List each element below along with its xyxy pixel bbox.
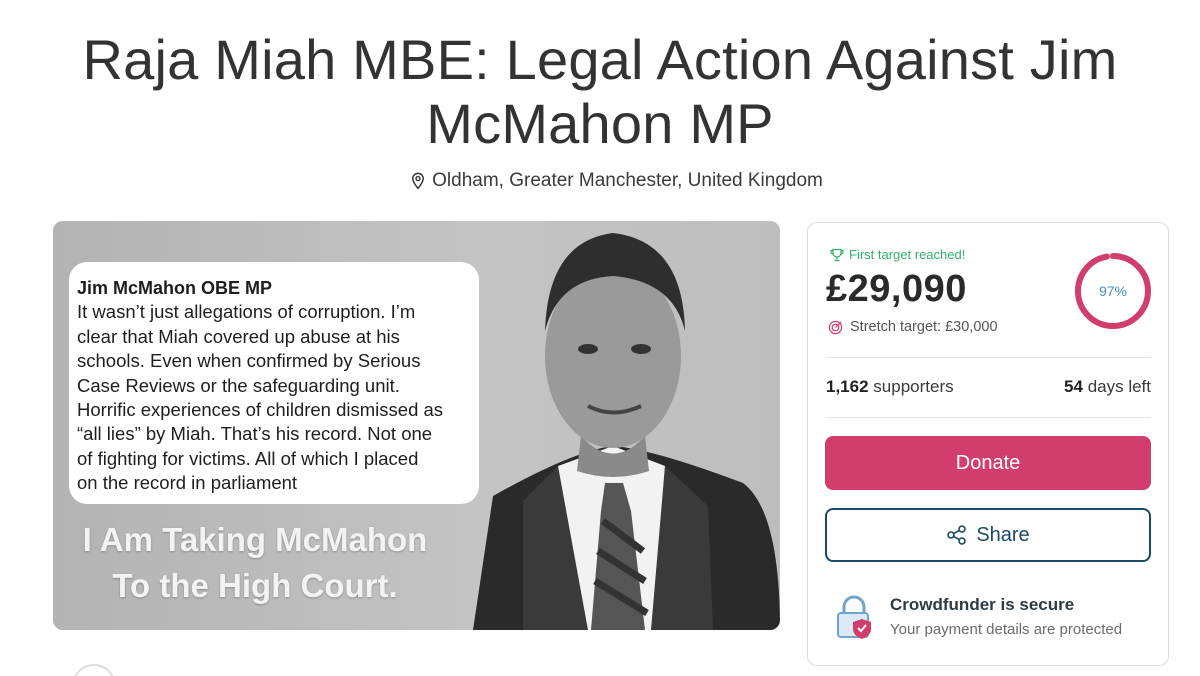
quote-line: of fighting for victims. All of which I … xyxy=(77,447,419,469)
quote-line: clear that Miah covered up abuse at his xyxy=(77,325,400,347)
caption-line: To the High Court. xyxy=(112,567,398,604)
supporters-count: 1,162 xyxy=(826,377,869,396)
amount-raised: £29,090 xyxy=(826,268,967,310)
security-title: Crowdfunder is secure xyxy=(890,595,1075,614)
quote-line: on the record in parliament xyxy=(77,472,298,494)
quote-card: Jim McMahon OBE MP It wasn’t just allega… xyxy=(69,262,479,504)
campaign-image: Jim McMahon OBE MP It wasn’t just allega… xyxy=(53,221,780,630)
security-notice: Crowdfunder is secure Your payment detai… xyxy=(834,595,1122,641)
supporters-stat: 1,162 supporters xyxy=(826,377,954,397)
hero-caption: I Am Taking McMahon To the High Court. xyxy=(63,517,447,609)
quote-line: schools. Even when confirmed by Serious xyxy=(77,350,421,372)
page-title: Raja Miah MBE: Legal Action Against Jim … xyxy=(82,28,1118,155)
stretch-target: Stretch target: £30,000 xyxy=(828,319,998,335)
days-left-stat: 54 days left xyxy=(1064,377,1151,397)
location-pin-icon xyxy=(412,172,425,190)
days-count: 54 xyxy=(1064,377,1083,396)
campaign-location: Oldham, Greater Manchester, United Kingd… xyxy=(0,170,1200,192)
share-label: Share xyxy=(976,523,1030,546)
campaign-stats: 1,162 supporters 54 days left xyxy=(826,377,1151,397)
divider xyxy=(826,357,1151,358)
funding-panel: First target reached! £29,090 Stretch ta… xyxy=(807,222,1169,666)
avatar[interactable] xyxy=(72,664,116,676)
location-text: Oldham, Greater Manchester, United Kingd… xyxy=(432,170,823,191)
divider xyxy=(826,417,1151,418)
trophy-icon xyxy=(830,248,844,261)
caption-line: I Am Taking McMahon xyxy=(82,521,428,558)
supporters-label: supporters xyxy=(873,377,954,396)
quote-line: Case Reviews or the safeguarding unit. xyxy=(77,374,400,396)
quote-author: Jim McMahon OBE MP xyxy=(77,278,273,298)
share-button[interactable]: Share xyxy=(825,508,1151,562)
progress-percent: 97% xyxy=(1098,283,1128,299)
padlock-shield-icon xyxy=(837,595,871,639)
stretch-target-text: Stretch target: £30,000 xyxy=(850,319,998,335)
quote-line: It wasn’t just allegations of corruption… xyxy=(77,301,416,323)
security-subtitle: Your payment details are protected xyxy=(890,621,1123,638)
quote-line: “all lies” by Miah. That’s his record. N… xyxy=(77,423,433,445)
target-icon xyxy=(828,320,843,334)
security-text: Crowdfunder is secure Your payment detai… xyxy=(890,595,1122,638)
target-status: First target reached! xyxy=(830,247,965,262)
share-icon xyxy=(947,525,967,545)
target-status-text: First target reached! xyxy=(849,247,966,262)
donate-button[interactable]: Donate xyxy=(825,436,1151,490)
days-label: days left xyxy=(1087,377,1151,396)
quote-line: Horrific experiences of children dismiss… xyxy=(77,399,444,421)
